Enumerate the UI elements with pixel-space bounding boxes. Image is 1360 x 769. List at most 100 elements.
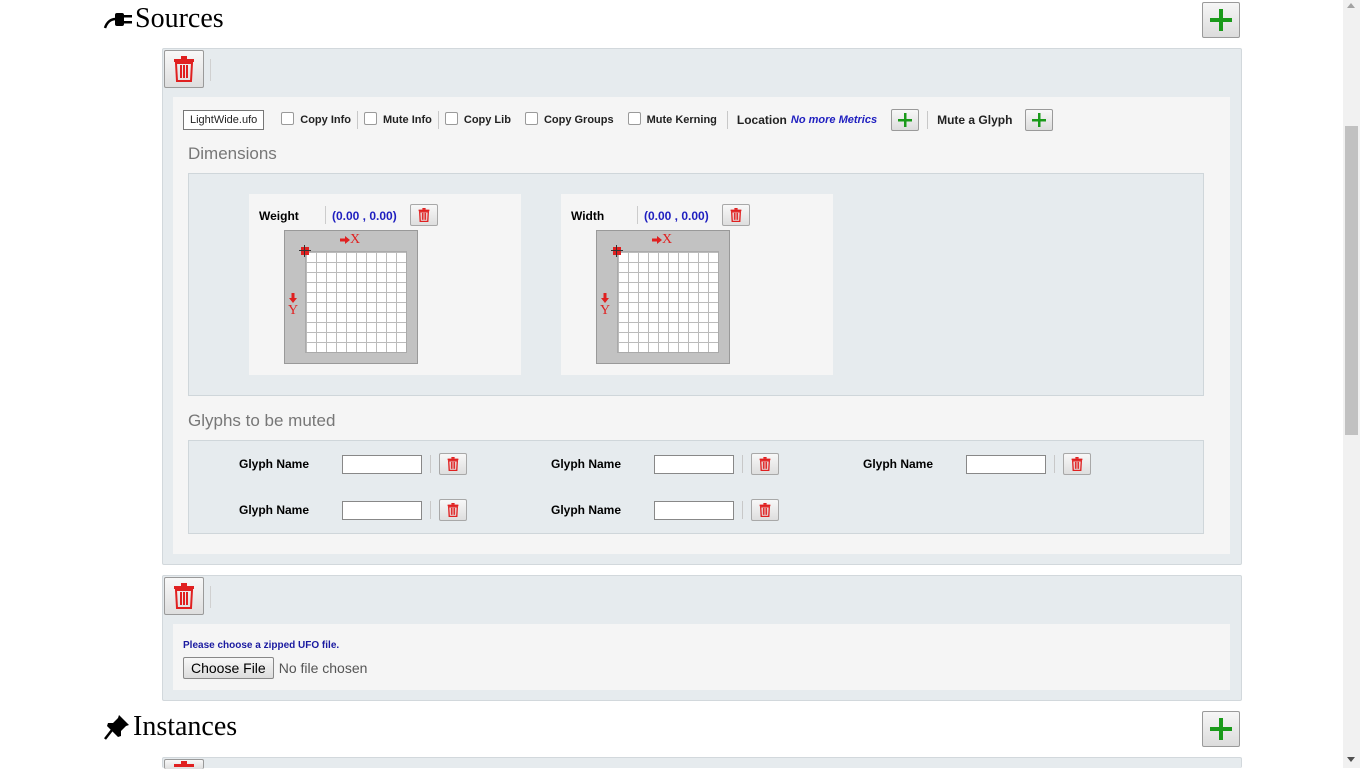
axis-card-weight: Weight (0.00 , 0.00) X Y <box>249 194 521 375</box>
glyph-name-input[interactable] <box>342 500 422 520</box>
delete-glyph-button[interactable] <box>1063 453 1091 475</box>
axis-xy-pad[interactable]: X Y <box>284 230 418 364</box>
glyph-entry: Glyph Name <box>239 453 467 475</box>
arrow-down-icon <box>289 293 298 303</box>
add-location-button[interactable] <box>891 109 920 131</box>
plug-icon <box>103 13 132 29</box>
location-note: No more Metrics <box>790 114 878 126</box>
glyph-name-input[interactable] <box>966 454 1046 474</box>
axis-name: Weight <box>259 209 299 223</box>
divider <box>430 455 431 473</box>
instances-heading: Instances <box>103 712 237 742</box>
trash-icon <box>174 56 194 82</box>
plus-icon <box>1210 9 1232 31</box>
instances-title: Instances <box>133 711 238 742</box>
scrollbar[interactable] <box>1343 0 1360 768</box>
divider <box>325 206 326 224</box>
x-axis-indicator: X <box>652 232 672 248</box>
x-axis-label: X <box>662 232 673 247</box>
crosshair <box>616 245 617 257</box>
arrow-right-icon <box>652 236 662 244</box>
file-picker: Choose File No file chosen <box>183 657 367 679</box>
instance-panel <box>162 757 1242 769</box>
delete-glyph-button[interactable] <box>439 499 467 521</box>
plus-icon <box>1032 113 1047 127</box>
glyph-entry: Glyph Name <box>239 499 467 521</box>
glyph-name-label: Glyph Name <box>551 457 622 471</box>
crosshair <box>299 250 311 251</box>
divider <box>742 501 743 519</box>
crosshair <box>611 250 623 251</box>
divider <box>637 206 638 224</box>
arrow-down-icon <box>601 293 610 303</box>
mute-kerning-checkbox[interactable] <box>627 111 641 125</box>
delete-source-button[interactable] <box>164 50 204 88</box>
axis-coordinate: (0.00 , 0.00) <box>332 209 397 223</box>
axis-card-width: Width (0.00 , 0.00) X Y <box>561 194 833 375</box>
add-instance-button[interactable] <box>1202 711 1240 747</box>
glyph-name-input[interactable] <box>654 454 734 474</box>
trash-icon <box>418 208 430 222</box>
mute-info-label: Mute Info <box>382 114 432 126</box>
y-axis-indicator: Y <box>288 293 298 319</box>
x-axis-label: X <box>350 232 361 247</box>
copy-info-label: Copy Info <box>300 114 351 126</box>
divider <box>1054 455 1055 473</box>
add-source-button[interactable] <box>1202 2 1240 38</box>
source-body: LightWide.ufo Copy Info Mute Info Copy L… <box>173 97 1230 554</box>
delete-glyph-button[interactable] <box>439 453 467 475</box>
mute-glyph-label: Mute a Glyph <box>937 113 1013 127</box>
arrow-right-icon <box>340 236 350 244</box>
location-label: Location <box>736 113 787 127</box>
scroll-thumb[interactable] <box>1345 126 1358 435</box>
mute-kerning-label: Mute Kerning <box>646 114 717 126</box>
upload-note: Please choose a zipped UFO file. <box>183 640 340 651</box>
copy-lib-checkbox[interactable] <box>444 111 458 125</box>
ufo-file-tag: LightWide.ufo <box>183 110 265 130</box>
trash-icon <box>759 503 771 517</box>
axis-xy-pad[interactable]: X Y <box>596 230 730 364</box>
axis-handle[interactable] <box>301 247 309 255</box>
scroll-up-arrow[interactable] <box>1347 3 1355 8</box>
choose-file-button[interactable]: Choose File <box>183 657 274 679</box>
delete-axis-button[interactable] <box>410 204 438 226</box>
copy-info-checkbox[interactable] <box>281 111 295 125</box>
trash-icon <box>1071 457 1083 471</box>
y-axis-label: Y <box>600 303 611 318</box>
delete-source-button[interactable] <box>164 577 204 615</box>
copy-groups-label: Copy Groups <box>543 114 614 126</box>
glyph-name-input[interactable] <box>342 454 422 474</box>
source-upload-body: Please choose a zipped UFO file. Choose … <box>173 624 1230 690</box>
y-axis-label: Y <box>288 303 299 318</box>
delete-glyph-button[interactable] <box>751 499 779 521</box>
glyph-name-label: Glyph Name <box>863 457 934 471</box>
source-panel-1: LightWide.ufo Copy Info Mute Info Copy L… <box>162 48 1242 565</box>
glyph-name-input[interactable] <box>654 500 734 520</box>
sources-heading: Sources <box>103 4 224 34</box>
trash-icon <box>759 457 771 471</box>
glyphs-title: Glyphs to be muted <box>188 411 336 430</box>
dimensions-title: Dimensions <box>188 144 277 163</box>
scroll-down-arrow[interactable] <box>1347 757 1355 762</box>
add-mute-glyph-button[interactable] <box>1025 109 1054 131</box>
trash-icon <box>730 208 742 222</box>
axis-handle[interactable] <box>613 247 621 255</box>
copy-groups-checkbox[interactable] <box>524 111 538 125</box>
glyph-entry: Glyph Name <box>551 499 779 521</box>
dimensions-box: Weight (0.00 , 0.00) X Y Width (0.00 , 0… <box>188 173 1204 396</box>
delete-axis-button[interactable] <box>722 204 750 226</box>
sources-title: Sources <box>135 3 224 34</box>
axis-coordinate: (0.00 , 0.00) <box>644 209 709 223</box>
file-status: No file chosen <box>278 660 368 676</box>
divider <box>210 59 211 81</box>
glyph-name-label: Glyph Name <box>551 503 622 517</box>
axis-grid[interactable] <box>617 251 719 353</box>
plus-icon <box>898 113 913 127</box>
axis-name: Width <box>571 209 605 223</box>
pushpin-icon <box>104 715 129 740</box>
mute-info-checkbox[interactable] <box>363 111 377 125</box>
delete-glyph-button[interactable] <box>751 453 779 475</box>
glyph-name-label: Glyph Name <box>239 457 310 471</box>
axis-grid[interactable] <box>305 251 407 353</box>
copy-lib-label: Copy Lib <box>463 114 511 126</box>
